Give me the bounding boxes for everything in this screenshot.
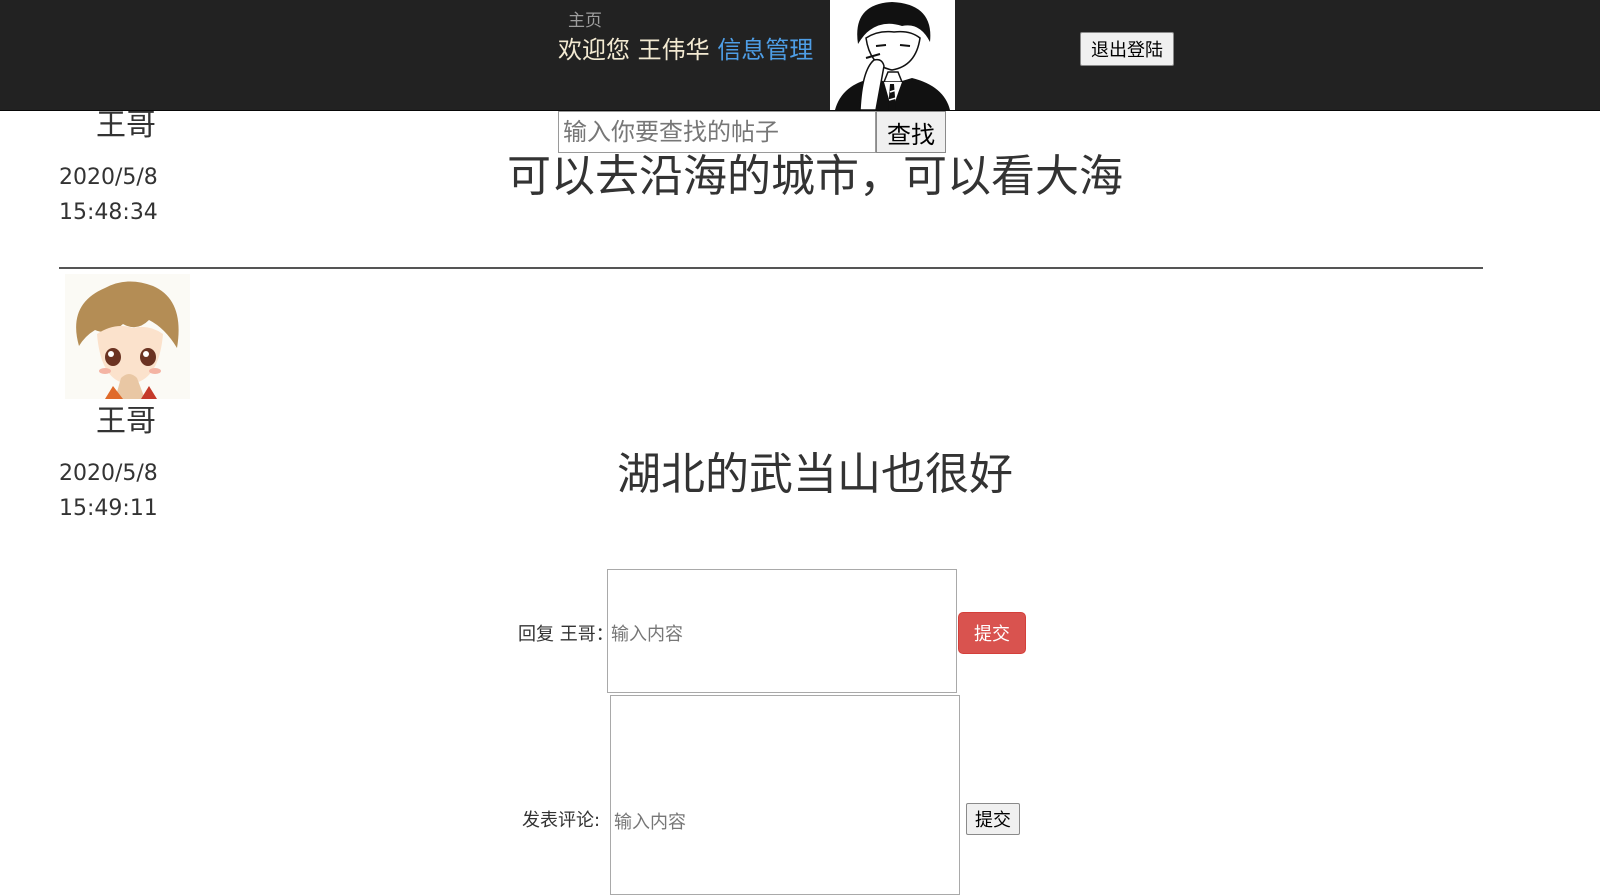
post-author: 王哥 bbox=[96, 404, 156, 439]
logout-button[interactable]: 退出登陆 bbox=[1080, 32, 1174, 66]
home-link[interactable]: 主页 bbox=[568, 6, 602, 31]
comment-input[interactable] bbox=[610, 695, 960, 895]
user-avatar bbox=[65, 274, 190, 399]
top-navbar: 主页 欢迎您 王伟华 信息管理 退出登陆 bbox=[0, 0, 1600, 111]
reply-label: 回复 王哥： bbox=[518, 624, 614, 645]
boy-avatar-icon bbox=[76, 281, 179, 399]
reply-input[interactable] bbox=[607, 569, 957, 693]
post-content: 湖北的武当山也很好 bbox=[617, 449, 1013, 500]
reply-submit-button[interactable]: 提交 bbox=[958, 612, 1026, 654]
comment-label: 发表评论: bbox=[522, 810, 601, 831]
search-button[interactable]: 查找 bbox=[876, 111, 946, 153]
manga-portrait-icon bbox=[830, 0, 955, 110]
welcome-text: 欢迎您 王伟华 信息管理 bbox=[558, 30, 813, 65]
comment-submit-button[interactable]: 提交 bbox=[966, 803, 1020, 835]
info-management-link[interactable]: 信息管理 bbox=[717, 36, 813, 64]
post-divider bbox=[59, 267, 1483, 269]
header-user-avatar[interactable] bbox=[830, 0, 955, 110]
username: 王伟华 bbox=[637, 36, 710, 64]
search-input[interactable] bbox=[558, 111, 876, 153]
welcome-prefix: 欢迎您 bbox=[558, 36, 638, 64]
